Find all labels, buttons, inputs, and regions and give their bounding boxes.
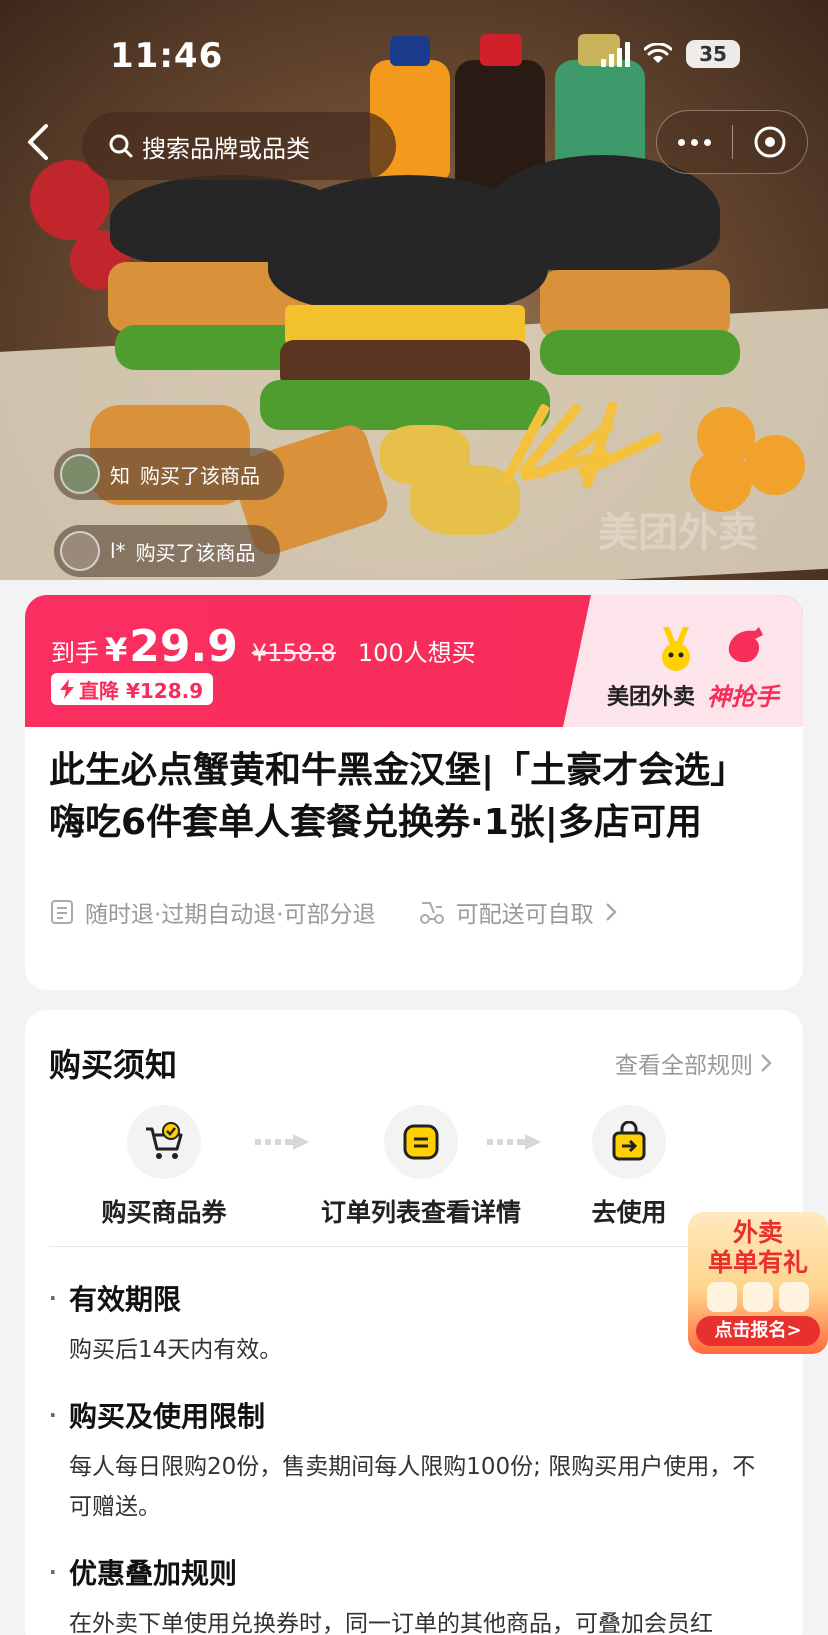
service-tags[interactable]: 随时退·过期自动退·可部分退 可配送可自取 [49,895,618,929]
promo-signup-widget[interactable]: 外卖 单单有礼 点击报名> [688,1212,828,1354]
product-title: 此生必点蟹黄和牛黑金汉堡|「土豪才会选」嗨吃6件套单人套餐兑换券·1张|多店可用 [49,750,747,843]
bottle-cap [390,36,430,66]
burger-lettuce [260,380,550,430]
rule-heading: 优惠叠加规则 [49,1552,769,1592]
buyer-avatar [60,531,100,571]
more-options-icon[interactable] [657,110,732,174]
rule-body: 每人每日限购20份，售卖期间每人限购100份; 限购买用户使用，不可赠送。 [69,1454,756,1520]
promo-gift-icons [698,1282,818,1312]
buyer-name: 知 [110,463,130,488]
buyer-avatar [60,454,100,494]
price-drop-badge: 直降 ¥128.9 [51,673,214,705]
rule-heading: 有效期限 [49,1278,769,1318]
product-info-card: 到手 ¥ 29.9 ¥158.8 100人想买 直降 ¥128.9 美团外卖 神… [25,595,803,990]
rule-body: 购买后14天内有效。 [69,1337,283,1363]
cheese-ball [745,435,805,495]
status-time: 11:46 [110,36,224,76]
buyer-name: l* [110,539,126,563]
search-bar[interactable]: 搜索品牌或品类 [82,112,396,180]
bottle-cap [480,34,522,66]
cart-check-icon [127,1105,201,1179]
rule-section-limits: 购买及使用限制 每人每日限购20份，售卖期间每人限购100份; 限购买用户使用，… [49,1395,769,1527]
status-indicators: 35 [601,40,740,68]
back-chevron-icon[interactable] [20,120,60,164]
search-icon [109,134,133,158]
rules-link-label: 查看全部规则 [615,1053,753,1079]
buyer-action: 购买了该商品 [135,540,256,565]
notice-title: 购买须知 [49,1046,178,1084]
delivery-icon [419,902,444,924]
search-placeholder: 搜索品牌或品类 [142,134,310,163]
recent-buyer-bubble: 知 购买了该商品 [54,448,284,500]
promo-headline: 外卖 单单有礼 [688,1218,828,1278]
mini-program-capsule [656,110,808,174]
bag-arrow-icon [592,1105,666,1179]
recent-buyer-bubble: l* 购买了该商品 [54,525,280,577]
wifi-icon [644,43,672,63]
purchase-notice-card: 购买须知 查看全部规则 购买商品券 订单列表查看详情 去使用 · 有效期限 购买… [25,1010,803,1635]
buyer-action: 购买了该商品 [140,463,260,488]
meituan-kangaroo-icon [662,627,690,671]
rule-section-stacking: 优惠叠加规则 在外卖下单使用兑换券时，同一订单的其他商品，可叠加会员红 [49,1552,769,1635]
step-label: 购买商品券 [101,1198,227,1227]
rule-heading: 购买及使用限制 [49,1395,769,1435]
want-count: 100人想买 [357,639,476,667]
step-arrow-icon [255,1134,309,1150]
lime-soda-bottle [555,60,645,170]
rule-body: 在外卖下单使用兑换券时，同一订单的其他商品，可叠加会员红 [69,1611,713,1635]
step-label: 订单列表查看详情 [321,1198,522,1227]
delivery-option: 可配送可自取 [455,902,594,928]
chevron-right-icon [761,1054,772,1072]
burger-cheese [285,305,525,345]
rule-section-validity: 有效期限 购买后14天内有效。 [49,1278,769,1370]
burger-bun [268,175,548,310]
lightning-icon [60,679,74,699]
receipt-icon [51,900,73,924]
original-price: ¥158.8 [251,639,336,667]
promo-line2: 单单有礼 [707,1248,808,1277]
chevron-right-icon [605,903,617,921]
refund-policy: 随时退·过期自动退·可部分退 [85,902,376,928]
image-watermark: 美团外卖 [598,510,758,556]
promo-line1: 外卖 [732,1218,783,1247]
list-icon [384,1105,458,1179]
brand-slogan: 神抢手 [707,683,779,711]
step-buy-voucher: 购买商品券 [64,1105,264,1229]
final-price: 29.9 [129,621,238,672]
price-row: 到手 ¥ 29.9 ¥158.8 100人想买 [51,621,476,672]
grab-hand-icon [728,627,763,663]
step-go-use: 去使用 [529,1105,729,1229]
section-divider [49,1246,779,1247]
brand-name: 美团外卖 [606,685,695,710]
price-drop-text: 直降 ¥128.9 [79,678,204,703]
promo-signup-button[interactable]: 点击报名> [696,1316,820,1346]
close-target-icon[interactable] [733,110,808,174]
price-label: 到手 [51,639,99,667]
burger-lettuce [540,330,740,375]
battery-indicator: 35 [686,40,740,68]
cellular-signal-icon [601,41,630,67]
view-all-rules-link[interactable]: 查看全部规则 [615,1046,773,1080]
currency-symbol: ¥ [105,631,128,669]
step-view-order: 订单列表查看详情 [321,1105,521,1229]
